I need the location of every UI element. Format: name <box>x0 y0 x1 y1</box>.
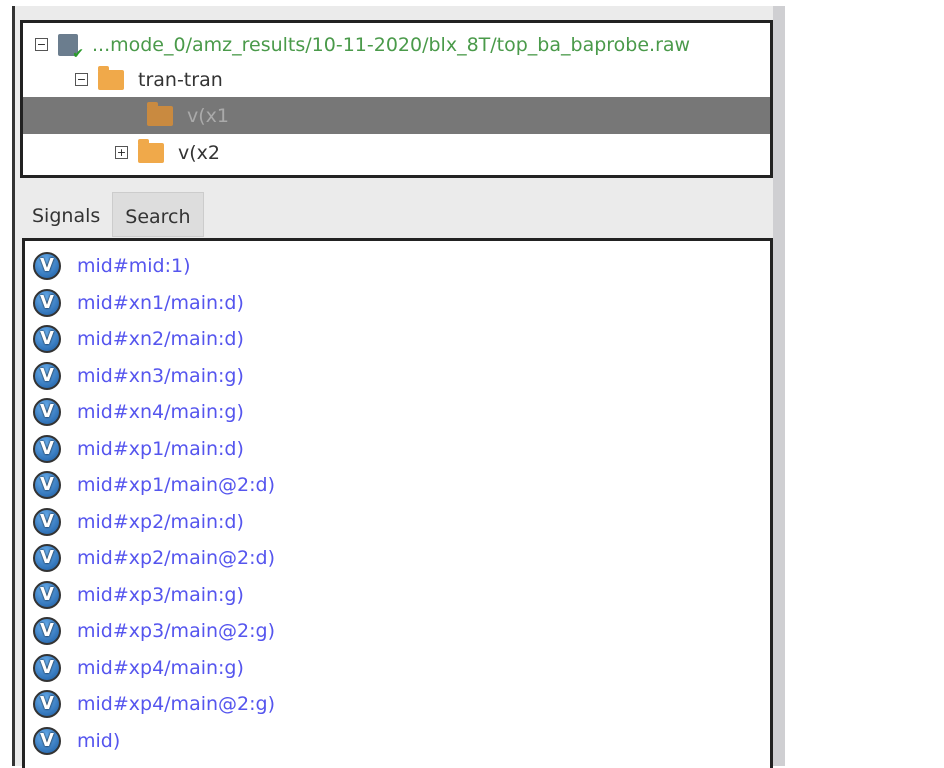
collapse-icon[interactable]: − <box>35 38 48 51</box>
signal-label: mid#xp1/main@2:d) <box>77 474 275 496</box>
tab-bar: Signals Search <box>20 192 204 237</box>
tree-item-tran[interactable]: − tran-tran <box>23 61 770 98</box>
tree-item-label: tran-tran <box>138 68 223 91</box>
signal-label: mid#xp1/main:d) <box>77 437 244 460</box>
folder-open-icon <box>98 65 124 90</box>
voltage-signal-icon: V <box>33 252 61 280</box>
signal-label: mid#xp4/main@2:g) <box>77 693 275 715</box>
signal-item[interactable]: Vmid#xn2/main:d) <box>33 321 244 357</box>
signal-label: mid#xp3/main@2:g) <box>77 620 275 642</box>
signal-label: mid#xn1/main:d) <box>77 291 244 314</box>
signal-label: mid) <box>77 729 121 752</box>
signal-label: mid#xp4/main:g) <box>77 656 244 679</box>
signal-label: mid#mid:1) <box>77 255 191 277</box>
tree-item-label: v(x1 <box>187 104 229 127</box>
voltage-signal-icon: V <box>33 580 61 609</box>
signal-item[interactable]: Vmid#xp3/main:g) <box>33 577 244 613</box>
voltage-signal-icon: V <box>33 653 61 682</box>
signals-list: Vmid#mid:1) Vmid#xn1/main:d) Vmid#xn2/main… <box>22 238 773 768</box>
signal-item[interactable]: Vmid#xp4/main@2:g) <box>33 686 275 722</box>
signal-item[interactable]: Vmid) <box>33 723 120 759</box>
splitter[interactable] <box>773 6 785 766</box>
voltage-signal-icon: V <box>33 361 61 390</box>
signal-item[interactable]: Vmid#xn1/main:d) <box>33 285 244 321</box>
folder-icon <box>138 138 164 163</box>
signal-label: mid#xp2/main:d) <box>77 510 244 533</box>
collapse-icon[interactable]: − <box>75 73 88 86</box>
tree-item-raw-file[interactable]: − ...mode_0/amz_results/10-11-2020/blx_8… <box>23 26 770 63</box>
signal-item[interactable]: Vmid#xp1/main:d) <box>33 431 244 467</box>
signal-item[interactable]: Vmid#xp3/main@2:g) <box>33 613 275 649</box>
signal-label: mid#xn4/main:g) <box>77 401 244 423</box>
signal-label: mid#xn2/main:d) <box>77 328 244 350</box>
tab-signals[interactable]: Signals <box>20 192 113 237</box>
tree-item-label: ...mode_0/amz_results/10-11-2020/blx_8T/… <box>92 33 691 56</box>
signal-item[interactable]: Vmid#xp2/main@2:d) <box>33 540 275 576</box>
tab-search[interactable]: Search <box>112 192 204 237</box>
signal-item[interactable]: Vmid#xn3/main:g) <box>33 358 244 394</box>
signal-label: mid#xp2/main@2:d) <box>77 547 275 569</box>
signal-item[interactable]: Vmid#xp2/main:d) <box>33 504 244 540</box>
signal-label: mid#xp3/main:g) <box>77 583 244 606</box>
folder-icon <box>147 101 173 126</box>
tree-item-vx1[interactable]: v(x1 <box>23 97 770 134</box>
voltage-signal-icon: V <box>33 434 61 463</box>
voltage-signal-icon: V <box>33 507 61 536</box>
voltage-signal-icon: V <box>33 471 61 499</box>
voltage-signal-icon: V <box>33 617 61 645</box>
voltage-signal-icon: V <box>33 690 61 718</box>
voltage-signal-icon: V <box>33 398 61 426</box>
voltage-signal-icon: V <box>33 325 61 353</box>
signal-item[interactable]: Vmid#xp4/main:g) <box>33 650 244 686</box>
database-icon <box>58 33 84 62</box>
signal-item[interactable]: Vmid#xp1/main@2:d) <box>33 467 275 503</box>
voltage-signal-icon: V <box>33 726 61 755</box>
tree-item-vx2[interactable]: + v(x2 <box>23 134 770 171</box>
tree-item-label: v(x2 <box>178 141 220 164</box>
results-tree: − ...mode_0/amz_results/10-11-2020/blx_8… <box>20 20 773 178</box>
signal-item[interactable]: Vmid#xn4/main:g) <box>33 394 244 430</box>
signal-item[interactable]: Vmid#mid:1) <box>33 248 191 284</box>
voltage-signal-icon: V <box>33 288 61 317</box>
signal-label: mid#xn3/main:g) <box>77 364 244 387</box>
expand-icon[interactable]: + <box>115 146 128 159</box>
voltage-signal-icon: V <box>33 544 61 572</box>
